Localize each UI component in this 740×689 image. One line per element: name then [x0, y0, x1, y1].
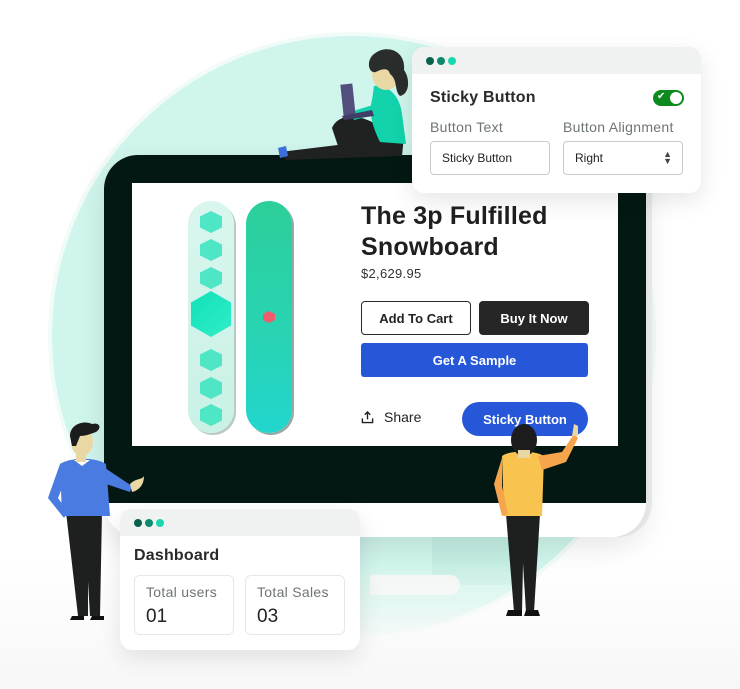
add-to-cart-button[interactable]: Add To Cart — [361, 301, 471, 335]
button-text-value: Sticky Button — [442, 151, 513, 165]
window-dot-icon — [145, 518, 153, 527]
product-title: The 3p Fulfilled Snowboard — [361, 202, 548, 261]
settings-title: Sticky Button — [430, 89, 536, 106]
snowboard-bottom-image — [246, 201, 292, 433]
product-page-screen: The 3p Fulfilled Snowboard $2,629.95 Add… — [132, 183, 618, 446]
window-dot-icon — [426, 56, 434, 65]
snowboard-logo-icon — [263, 311, 275, 323]
window-dot-icon — [448, 56, 456, 65]
share-button[interactable]: Share — [361, 409, 421, 425]
hex-pattern — [200, 239, 222, 261]
share-icon — [361, 410, 374, 423]
stat-value: 01 — [146, 606, 168, 627]
buy-it-now-button[interactable]: Buy It Now — [479, 301, 589, 335]
snowboard-top-image — [188, 201, 234, 433]
hex-pattern-large — [191, 291, 231, 337]
button-text-label: Button Text — [430, 119, 504, 135]
stat-value: 03 — [257, 606, 279, 627]
button-text-input[interactable]: Sticky Button — [430, 141, 550, 175]
stat-total-sales: Total Sales 03 — [245, 575, 345, 635]
window-title-bar — [120, 509, 360, 536]
hex-pattern — [200, 267, 222, 289]
window-dot-icon — [134, 518, 142, 527]
sticky-button-toggle[interactable]: ✔ — [653, 90, 684, 106]
woman-with-laptop-illustration — [278, 49, 409, 160]
window-title-bar — [412, 47, 701, 74]
select-arrows-icon: ▲ ▼ — [663, 149, 672, 166]
man-yellow-shirt-illustration — [494, 424, 578, 616]
check-icon: ✔ — [657, 91, 666, 102]
product-price: $2,629.95 — [361, 266, 422, 281]
hex-pattern — [200, 349, 222, 371]
get-a-sample-button[interactable]: Get A Sample — [361, 343, 588, 377]
hex-pattern — [200, 377, 222, 399]
dashboard-panel: Dashboard Total users 01 Total Sales 03 — [120, 509, 360, 650]
stat-label: Total users — [146, 584, 217, 600]
share-label: Share — [384, 409, 422, 425]
stat-total-users: Total users 01 — [134, 575, 234, 635]
hex-pattern — [200, 211, 222, 233]
dashboard-title: Dashboard — [134, 547, 220, 564]
toggle-knob — [669, 91, 683, 105]
window-dot-icon — [437, 56, 445, 65]
product-image[interactable] — [184, 201, 294, 435]
button-alignment-value: Right — [575, 151, 604, 165]
stat-label: Total Sales — [257, 584, 329, 600]
hex-pattern — [200, 404, 222, 426]
sticky-button-settings-panel: Sticky Button ✔ Button Text Button Align… — [412, 47, 701, 193]
button-alignment-label: Button Alignment — [563, 119, 674, 135]
window-dot-icon — [156, 518, 164, 527]
button-alignment-select[interactable]: Right ▲ ▼ — [563, 141, 683, 175]
